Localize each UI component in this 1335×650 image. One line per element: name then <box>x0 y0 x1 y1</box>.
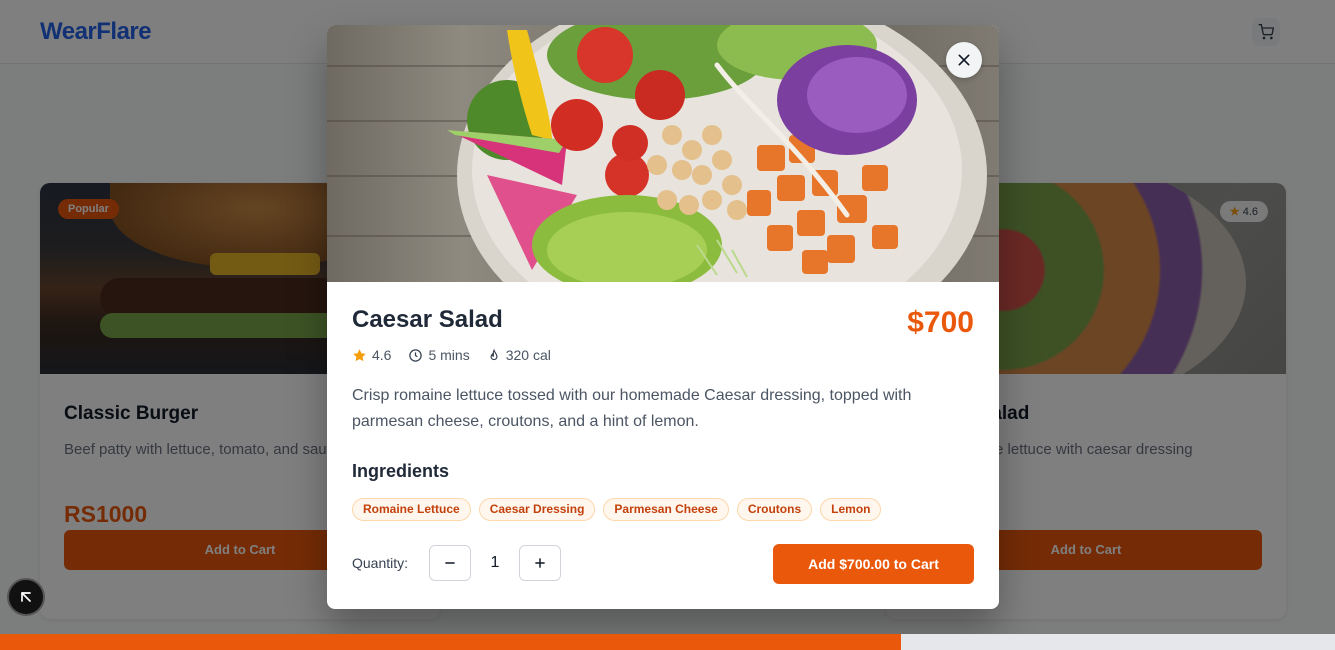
quantity-value: 1 <box>490 554 500 571</box>
calories-value: 320 cal <box>505 347 551 363</box>
item-detail-modal: Caesar Salad $700 4.6 5 mins 320 cal Cri… <box>327 25 999 609</box>
progress-fill <box>0 634 902 650</box>
ingredient-chip: Parmesan Cheese <box>603 498 729 521</box>
ingredient-chip: Lemon <box>820 498 882 521</box>
add-to-cart-button[interactable]: Add $700.00 to Cart <box>773 544 974 584</box>
ingredient-chip: Romaine Lettuce <box>352 498 471 521</box>
rating: 4.6 <box>352 347 391 363</box>
prep-time-value: 5 mins <box>428 347 470 363</box>
quantity-label: Quantity: <box>352 555 409 571</box>
decrease-quantity-button[interactable] <box>429 545 471 581</box>
item-description: Crisp romaine lettuce tossed with our ho… <box>352 387 912 430</box>
floating-action-button[interactable] <box>7 578 45 616</box>
minus-icon <box>445 562 455 564</box>
close-icon <box>958 54 970 66</box>
calories: 320 cal <box>487 347 551 363</box>
prep-time: 5 mins <box>408 347 470 363</box>
item-meta: 4.6 5 mins 320 cal <box>352 347 568 363</box>
item-price: $700 <box>907 306 974 339</box>
plus-icon <box>535 558 545 568</box>
close-button[interactable] <box>946 42 982 78</box>
progress-bar <box>0 634 1335 650</box>
ingredients-list: Romaine Lettuce Caesar Dressing Parmesan… <box>352 498 889 521</box>
ingredient-chip: Croutons <box>736 498 813 521</box>
item-title: Caesar Salad <box>352 306 503 333</box>
rating-value: 4.6 <box>372 347 392 363</box>
clock-icon <box>409 348 423 362</box>
cursor-icon <box>21 592 31 602</box>
ingredients-heading: Ingredients <box>352 461 450 481</box>
increase-quantity-button[interactable] <box>519 545 561 581</box>
flame-icon <box>490 348 498 360</box>
star-icon <box>353 348 366 361</box>
ingredient-chip: Caesar Dressing <box>478 498 596 521</box>
salad-hero-image <box>327 25 999 282</box>
